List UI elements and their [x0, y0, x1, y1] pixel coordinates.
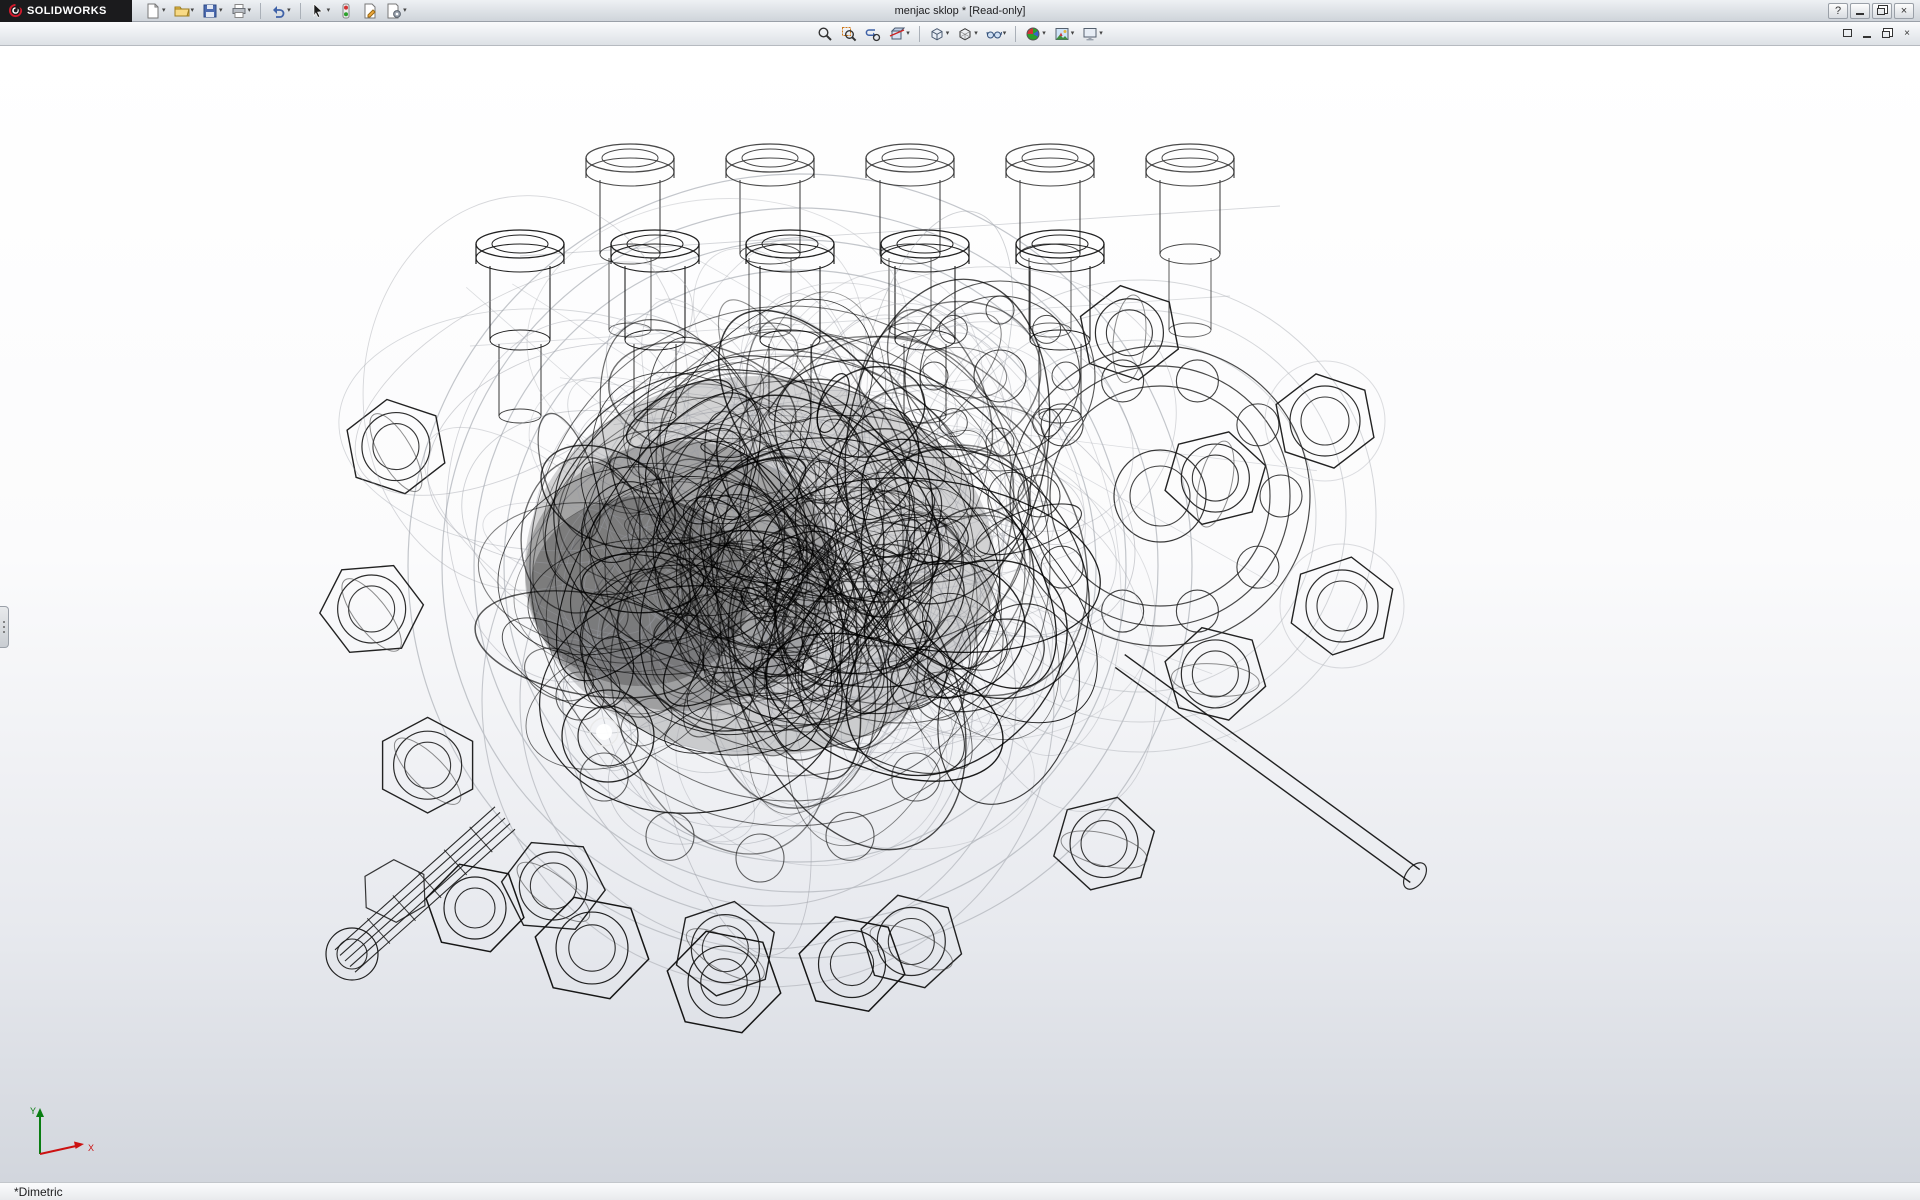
close-document-button[interactable]: × — [1898, 25, 1916, 41]
folder-icon — [174, 3, 190, 19]
fullscreen-button[interactable] — [1838, 25, 1856, 41]
view-settings-button[interactable]: ▾ — [1079, 24, 1106, 44]
dropdown-caret-icon[interactable]: ▾ — [162, 7, 166, 14]
heads-up-view-toolbar: ▾ ▾ ▾ ▾ — [0, 22, 1920, 46]
page-icon — [145, 3, 161, 19]
open-button[interactable]: ▾ — [171, 1, 198, 21]
toolbar-separator — [919, 26, 920, 42]
restore-icon — [1882, 31, 1890, 38]
view-orientation-button[interactable]: ▾ — [926, 24, 953, 44]
minimize-button[interactable] — [1850, 3, 1870, 19]
main-toolbar: ▾ ▾ ▾ ▾ ▾ — [142, 1, 410, 21]
dropdown-caret-icon[interactable]: ▾ — [327, 7, 331, 14]
dropdown-caret-icon[interactable]: ▾ — [403, 7, 407, 14]
apply-scene-button[interactable]: ▾ — [1051, 24, 1078, 44]
dropdown-caret-icon[interactable]: ▾ — [1003, 30, 1007, 37]
undo-button[interactable]: ▾ — [267, 1, 294, 21]
orientation-triad[interactable]: Y X — [26, 1102, 106, 1166]
dropdown-caret-icon[interactable]: ▾ — [946, 30, 950, 37]
rebuild-button[interactable] — [335, 1, 357, 21]
undo-arrow-icon — [270, 3, 286, 19]
dropdown-caret-icon[interactable]: ▾ — [191, 7, 195, 14]
cursor-icon — [310, 3, 326, 19]
display-style-button[interactable]: ▾ — [954, 24, 981, 44]
app-logo-text: SOLIDWORKS — [27, 5, 107, 17]
save-button[interactable]: ▾ — [199, 1, 226, 21]
magnifier-arrow-icon — [865, 26, 881, 42]
title-bar: SOLIDWORKS ▾ ▾ ▾ ▾ — [0, 0, 1920, 22]
dropdown-caret-icon[interactable]: ▾ — [974, 30, 978, 37]
status-bar: *Dimetric — [0, 1182, 1920, 1200]
close-button[interactable]: × — [1894, 3, 1914, 19]
app-logo: SOLIDWORKS — [0, 0, 132, 22]
minimize-icon — [1863, 36, 1871, 38]
toolbar-separator — [1015, 26, 1016, 42]
magnifier-icon — [817, 26, 833, 42]
dropdown-caret-icon[interactable]: ▾ — [1071, 30, 1075, 37]
expand-icon — [1843, 29, 1852, 37]
dropdown-caret-icon[interactable]: ▾ — [219, 7, 223, 14]
section-cube-icon — [889, 26, 905, 42]
window-controls: ? × — [1828, 3, 1920, 19]
triad-y-arrow-icon — [36, 1108, 44, 1117]
triad-x-label: X — [88, 1143, 94, 1153]
monitor-icon — [1082, 26, 1098, 42]
restore-button[interactable] — [1872, 3, 1892, 19]
color-ball-icon — [1025, 26, 1041, 42]
triad-x-arrow-icon — [74, 1142, 84, 1149]
dropdown-caret-icon[interactable]: ▾ — [248, 7, 252, 14]
zoom-to-fit-button[interactable] — [814, 24, 836, 44]
section-view-button[interactable]: ▾ — [886, 24, 913, 44]
dropdown-caret-icon[interactable]: ▾ — [906, 30, 910, 37]
minimize-document-button[interactable] — [1858, 25, 1876, 41]
select-button[interactable]: ▾ — [307, 1, 334, 21]
edit-appearance-button[interactable]: ▾ — [1022, 24, 1049, 44]
wireframe-model[interactable] — [0, 46, 1920, 1182]
toolbar-separator — [260, 3, 261, 19]
triad-y-label: Y — [30, 1106, 36, 1116]
dropdown-caret-icon[interactable]: ▾ — [287, 7, 291, 14]
previous-view-button[interactable] — [862, 24, 884, 44]
scene-icon — [1054, 26, 1070, 42]
floppy-icon — [202, 3, 218, 19]
hide-show-items-button[interactable]: ▾ — [983, 24, 1010, 44]
minimize-icon — [1856, 13, 1864, 15]
print-button[interactable]: ▾ — [228, 1, 255, 21]
options-button[interactable]: ▾ — [383, 1, 410, 21]
graphics-area[interactable]: Y X — [0, 46, 1920, 1182]
traffic-light-icon — [338, 3, 354, 19]
dropdown-caret-icon[interactable]: ▾ — [1099, 30, 1103, 37]
toolbar-separator — [300, 3, 301, 19]
document-window-controls: × — [1838, 25, 1916, 41]
magnifier-area-icon — [841, 26, 857, 42]
cube-icon — [929, 26, 945, 42]
view-orientation-label: *Dimetric — [14, 1185, 63, 1199]
dropdown-caret-icon[interactable]: ▾ — [1042, 30, 1046, 37]
printer-icon — [231, 3, 247, 19]
new-document-button[interactable]: ▾ — [142, 1, 169, 21]
glasses-icon — [986, 26, 1002, 42]
help-button[interactable]: ? — [1828, 3, 1848, 19]
zoom-to-area-button[interactable] — [838, 24, 860, 44]
wireframe-cube-icon — [957, 26, 973, 42]
featuremanager-flyout-tab[interactable] — [0, 606, 9, 648]
solidworks-logo-icon — [8, 3, 23, 18]
restore-document-button[interactable] — [1878, 25, 1896, 41]
file-properties-button[interactable] — [359, 1, 381, 21]
restore-icon — [1877, 8, 1885, 15]
page-pencil-icon — [362, 3, 378, 19]
page-gear-icon — [386, 3, 402, 19]
